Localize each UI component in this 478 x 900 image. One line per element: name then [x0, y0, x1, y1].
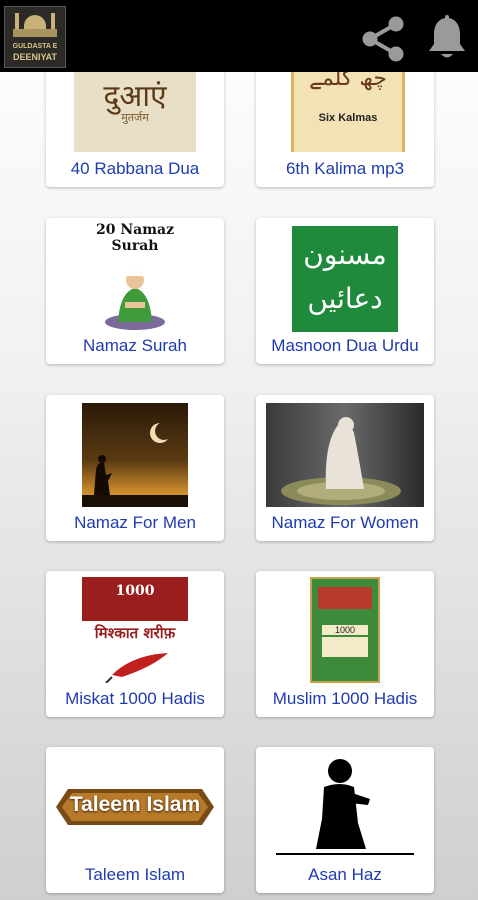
grid-item-label: 6th Kalima mp3 [285, 159, 405, 178]
bell-icon[interactable] [424, 14, 470, 62]
logo-text-line1: GULDASTA E [12, 43, 58, 50]
grid-item-label: 40 Rabbana Dua [70, 159, 200, 178]
grid-item-namaz-surah[interactable]: 20 Namaz Surah Namaz Surah [46, 218, 224, 364]
share-icon[interactable] [358, 14, 408, 64]
grid-item-label: Asan Haz [308, 865, 382, 884]
grid-item-label: Muslim 1000 Hadis [272, 689, 418, 708]
grid-item-6th-kalima-mp3[interactable]: چھ کلمے Six Kalmas 6th Kalima mp3 [256, 62, 434, 187]
six-kalma-image: چھ کلمے Six Kalmas [291, 62, 405, 152]
taleem-islam-image: Taleem Islam [54, 781, 216, 833]
grid-item-label: Masnoon Dua Urdu [271, 336, 419, 355]
grid-item-label: Namaz For Men [74, 513, 196, 532]
grid-item-taleem-islam[interactable]: Taleem Islam Taleem Islam [46, 747, 224, 893]
grid-item-label: Miskat 1000 Hadis [65, 689, 205, 708]
logo-text-line2: DEENIYAT [12, 52, 57, 62]
grid-item-label: Namaz For Women [271, 513, 419, 532]
app-bar: GULDASTA E DEENIYAT [0, 0, 478, 72]
grid-item-label: Namaz Surah [83, 336, 187, 355]
grid-item-miskat-1000-hadis[interactable]: 1000 मिश्कात शरीफ़ Miskat 1000 Hadis [46, 571, 224, 717]
namaz-women-image [266, 403, 424, 507]
namaz-men-image [82, 403, 188, 507]
masnoon-dua-image: مسنون دعائیں [292, 226, 398, 332]
asan-haz-image [276, 753, 414, 863]
namaz-surah-image: 20 Namaz Surah [70, 222, 200, 332]
app-logo: GULDASTA E DEENIYAT [4, 6, 66, 68]
grid-item-masnoon-dua-urdu[interactable]: مسنون دعائیں Masnoon Dua Urdu [256, 218, 434, 364]
miskat-hadis-image: 1000 मिश्कात शरीफ़ [82, 577, 188, 683]
grid-item-muslim-1000-hadis[interactable]: 1000 Muslim 1000 Hadis [256, 571, 434, 717]
grid-item-40-rabbana-dua[interactable]: दुआएं मुतर्जम 40 Rabbana Dua [46, 62, 224, 187]
grid-item-namaz-for-men[interactable]: Namaz For Men [46, 395, 224, 541]
grid-item-namaz-for-women[interactable]: Namaz For Women [256, 395, 434, 541]
muslim-hadis-image: 1000 [310, 577, 380, 683]
rabbana-dua-image: दुआएं मुतर्जम [74, 62, 196, 152]
grid-item-asan-haz[interactable]: Asan Haz [256, 747, 434, 893]
grid-item-label: Taleem Islam [84, 865, 186, 884]
